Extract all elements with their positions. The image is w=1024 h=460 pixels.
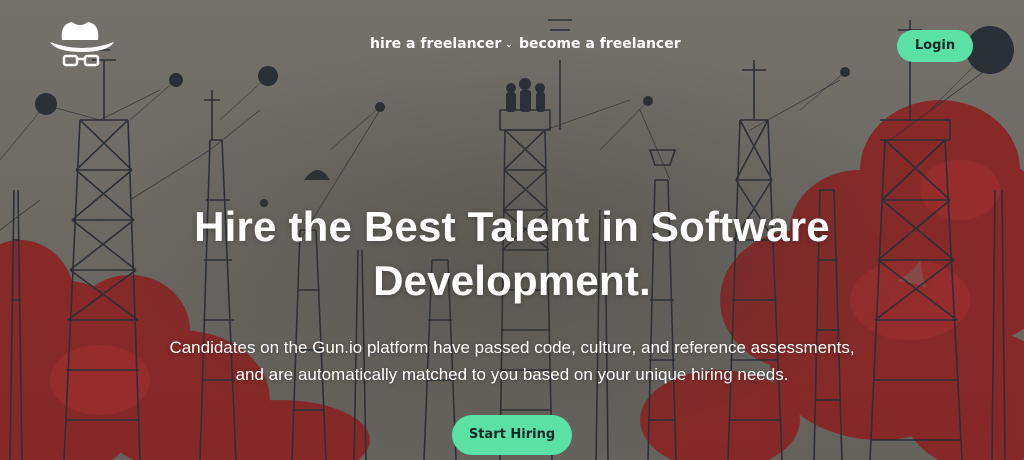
hero-section: hire a freelancer ⌄ become a freelancer L… [0, 0, 1024, 460]
hero-subtext: Candidates on the Gun.io platform have p… [112, 334, 912, 388]
hero-headline-line2: Development. [373, 257, 651, 304]
hero-subtext-line2: and are automatically matched to you bas… [235, 365, 789, 384]
hero-subtext-line1: Candidates on the Gun.io platform have p… [169, 338, 855, 357]
nav-become-freelancer[interactable]: become a freelancer [519, 34, 681, 54]
login-button[interactable]: Login [897, 30, 973, 62]
nav-hire-freelancer-label: hire a freelancer [370, 36, 502, 52]
chevron-down-icon: ⌄ [505, 40, 513, 50]
nav-become-freelancer-label: become a freelancer [519, 36, 681, 52]
main-nav: hire a freelancer ⌄ become a freelancer [0, 34, 1024, 56]
nav-hire-freelancer[interactable]: hire a freelancer ⌄ [370, 34, 513, 55]
hero-headline: Hire the Best Talent in Software Develop… [112, 200, 912, 308]
hero-headline-line1: Hire the Best Talent in Software [194, 203, 830, 250]
start-hiring-button[interactable]: Start Hiring [452, 415, 572, 455]
